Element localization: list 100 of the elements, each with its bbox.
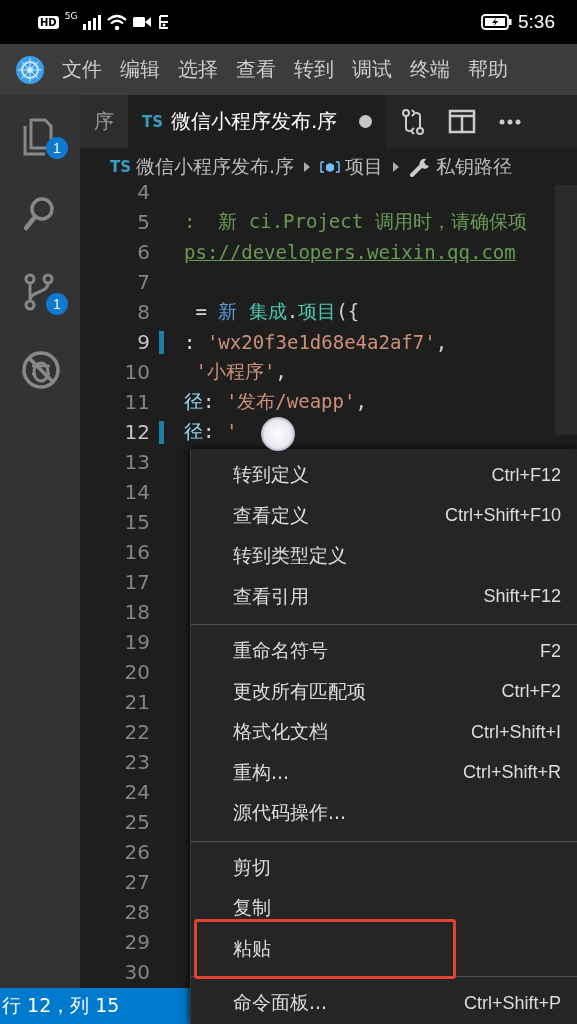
menu-item-label: 命令面板... [233, 990, 328, 1016]
context-menu-item[interactable]: 转到定义 Ctrl+F12 [191, 455, 577, 496]
editor-tab[interactable]: TS 微信小程序发布.序 [128, 95, 387, 148]
code-line: 径: ' [184, 419, 238, 444]
line-number: 18 [124, 600, 150, 624]
line-number: 5 [137, 210, 150, 234]
module-icon [320, 158, 341, 175]
line-number: 27 [124, 870, 150, 894]
breadcrumb-item[interactable]: TS 微信小程序发布.序 [110, 153, 295, 180]
no-bug-icon [21, 350, 61, 390]
context-menu-item[interactable]: 查看引用 Shift+F12 [191, 576, 577, 617]
menu-item-label: 剪切 [233, 854, 271, 880]
line-number: 13 [124, 450, 150, 474]
code-line: ps://developers.weixin.qq.com [184, 241, 516, 263]
line-number: 24 [124, 780, 150, 804]
line-number: 22 [124, 720, 150, 744]
line-number: 29 [124, 930, 150, 954]
menu-item-label: 重构... [233, 759, 290, 785]
menu-item-label: 更改所有匹配项 [233, 678, 366, 704]
menu-item-label: 复制 [233, 895, 271, 921]
activity-bar-button[interactable]: 1 [12, 263, 68, 321]
code-line: '小程序', [194, 359, 287, 384]
context-menu-item[interactable]: 剪切 [191, 847, 577, 888]
line-number: 8 [137, 300, 150, 324]
line-number: 23 [124, 750, 150, 774]
compare-changes-icon[interactable] [400, 107, 427, 136]
code-line: : 'wx20f3e1d68e4a2af7', [184, 331, 448, 353]
wifi-icon [107, 14, 128, 30]
line-number: 10 [124, 360, 150, 384]
split-editor-icon[interactable] [448, 107, 477, 136]
count-badge: 1 [46, 293, 68, 315]
network-label: 5G [64, 11, 78, 21]
context-menu-item[interactable]: 命令面板... Ctrl+Shift+P [191, 983, 577, 1024]
keyboard-shortcut: Ctrl+Shift+F10 [444, 505, 561, 527]
menu-item-label: 粘贴 [233, 935, 271, 961]
context-menu-item[interactable]: 查看定义 Ctrl+Shift+F10 [191, 495, 577, 536]
context-menu-item[interactable]: 格式化文档 Ctrl+Shift+I [191, 712, 577, 753]
line-number: 4 [137, 185, 150, 204]
keyboard-shortcut: Ctrl+Shift+R [462, 762, 561, 784]
context-menu-item[interactable]: 复制 [191, 888, 577, 929]
context-menu-item[interactable]: 粘贴 [191, 928, 577, 969]
keyboard-shortcut: Ctrl+F2 [501, 681, 561, 703]
context-menu-item[interactable]: 转到类型定义 [191, 536, 577, 577]
menu-item-label: 格式化文档 [233, 719, 328, 745]
menu-item-label: 转到类型定义 [233, 543, 347, 569]
count-badge: 1 [46, 137, 68, 159]
keyboard-shortcut: Shift+F12 [483, 586, 561, 608]
code-line: = 新 集成.项目({ [194, 299, 360, 324]
menu-item[interactable]: 文件 [53, 56, 111, 83]
code-line: : 新 ci.Project 调用时，请确保项 [184, 209, 527, 234]
menu-item[interactable]: 调试 [343, 56, 401, 83]
keyboard-shortcut: Ctrl+Shift+I [470, 721, 561, 743]
context-menu-item[interactable]: 重命名符号 F2 [191, 631, 577, 672]
breadcrumb-item[interactable]: 项目 [320, 153, 384, 180]
line-number: 7 [137, 270, 150, 294]
line-number: 16 [124, 540, 150, 564]
keyboard-shortcut: Ctrl+F12 [491, 464, 561, 486]
menu-item[interactable]: 编辑 [111, 56, 169, 83]
menu-item-label: 查看引用 [233, 583, 309, 609]
more-icon[interactable] [498, 117, 523, 126]
line-number: 20 [124, 660, 150, 684]
video-camera-icon [133, 14, 152, 30]
hd-badge: HD [38, 15, 59, 29]
menu-item[interactable]: 终端 [401, 56, 459, 83]
line-number: 30 [124, 960, 150, 984]
menu-item-label: 源代码操作... [233, 800, 347, 826]
code-line: 径: '发布/weapp', [184, 389, 367, 414]
line-number: 11 [124, 390, 150, 414]
app-logo-icon [15, 54, 45, 85]
line-number: 12 [124, 420, 150, 444]
line-number: 6 [137, 240, 150, 264]
menu-item-label: 查看定义 [233, 502, 309, 528]
menu-item[interactable]: 查看 [227, 56, 285, 83]
editor-tab[interactable]: 序 [80, 95, 128, 148]
typescript-label: TS [142, 112, 164, 131]
menu-item[interactable]: 转到 [285, 56, 343, 83]
signal-icon [83, 14, 102, 30]
breadcrumb-item[interactable]: 私钥路径 [409, 153, 513, 180]
tab-title: 序 [94, 108, 114, 135]
line-number: 15 [124, 510, 150, 534]
keyboard-shortcut: F2 [540, 640, 561, 662]
line-number: 26 [124, 840, 150, 864]
keyboard-shortcut: Ctrl+Shift+P [463, 992, 561, 1014]
battery-icon [481, 14, 512, 30]
context-menu-item[interactable]: 源代码操作... [191, 793, 577, 834]
context-menu-item[interactable]: 重构... Ctrl+Shift+R [191, 752, 577, 793]
line-number: 14 [124, 480, 150, 504]
menu-item[interactable]: 帮助 [459, 56, 517, 83]
line-number: 19 [124, 630, 150, 654]
context-menu-item[interactable]: 更改所有匹配项 Ctrl+F2 [191, 671, 577, 712]
menu-item[interactable]: 选择 [169, 56, 227, 83]
activity-bar-button[interactable]: 1 [12, 107, 68, 165]
line-number: 28 [124, 900, 150, 924]
menu-item-label: 重命名符号 [233, 638, 328, 664]
line-number: 21 [124, 690, 150, 714]
clock-time: 5:36 [518, 11, 555, 33]
line-number: 25 [124, 810, 150, 834]
tab-title: 微信小程序发布.序 [171, 108, 338, 135]
line-number: 17 [124, 570, 150, 594]
cursor-position[interactable]: 行 12，列 15 [2, 993, 120, 1019]
